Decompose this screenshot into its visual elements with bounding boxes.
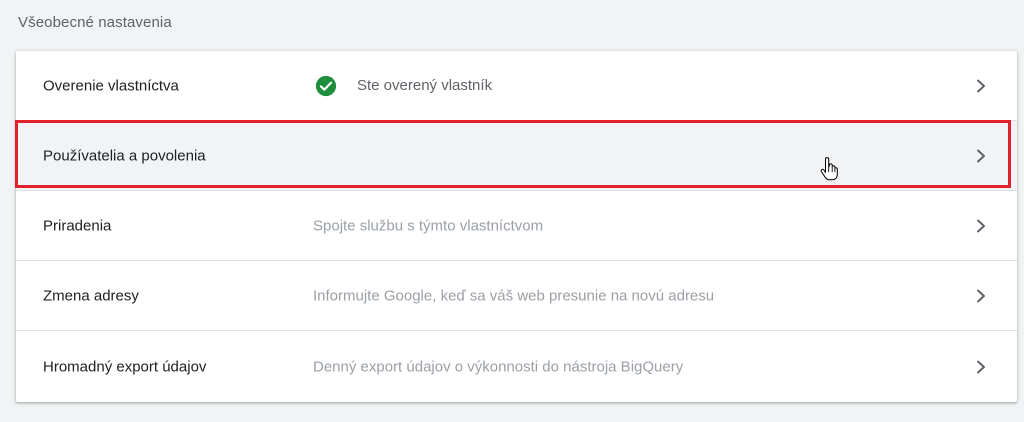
settings-row-users-permissions[interactable]: Používatelia a povolenia <box>16 121 1017 191</box>
row-description: Informujte Google, keď sa váš web presun… <box>313 287 715 304</box>
verified-status: Ste overený vlastník <box>315 75 492 97</box>
settings-row-bulk-data-export[interactable]: Hromadný export údajov Denný export údaj… <box>16 331 1017 402</box>
row-label: Hromadný export údajov <box>43 358 207 375</box>
chevron-right-icon <box>977 219 985 232</box>
section-title: Všeobecné nastavenia <box>18 14 172 31</box>
chevron-right-icon <box>977 79 985 92</box>
chevron-right-icon <box>977 360 985 373</box>
settings-card: Overenie vlastníctva Ste overený vlastní… <box>16 51 1017 402</box>
hand-pointer-cursor-icon <box>820 157 838 181</box>
settings-row-associations[interactable]: Priradenia Spojte službu s týmto vlastní… <box>16 191 1017 261</box>
row-label: Overenie vlastníctva <box>43 77 179 94</box>
row-label: Priradenia <box>43 217 112 234</box>
row-label: Zmena adresy <box>43 287 139 304</box>
verified-status-text: Ste overený vlastník <box>357 77 493 94</box>
settings-row-change-of-address[interactable]: Zmena adresy Informujte Google, keď sa v… <box>16 261 1017 331</box>
chevron-right-icon <box>977 289 985 302</box>
check-circle-icon <box>315 75 337 96</box>
settings-row-ownership-verification[interactable]: Overenie vlastníctva Ste overený vlastní… <box>16 51 1017 121</box>
row-description: Denný export údajov o výkonnosti do nást… <box>313 358 684 375</box>
chevron-right-icon <box>977 149 985 162</box>
row-label: Používatelia a povolenia <box>43 147 206 164</box>
row-description: Spojte službu s týmto vlastníctvom <box>313 217 544 234</box>
